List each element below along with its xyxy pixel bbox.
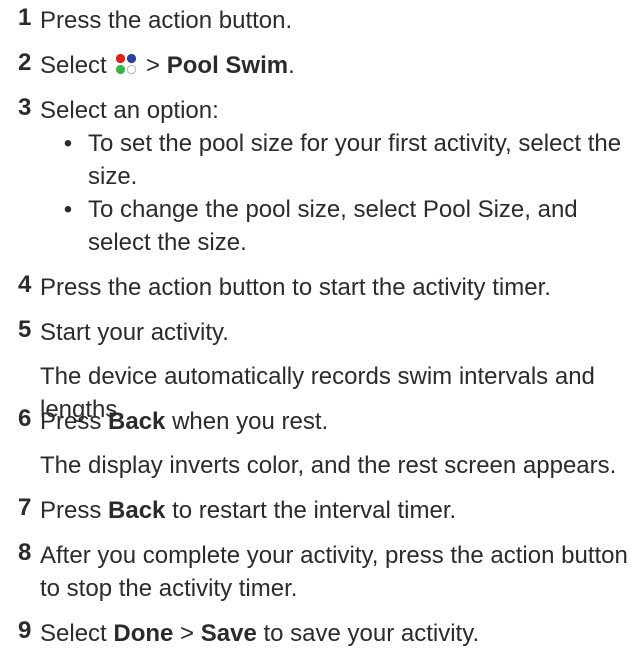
step-text-rest: when you rest.: [172, 408, 329, 435]
step-text: Select Done > Save to save your activity…: [40, 617, 629, 650]
step-number: 8: [18, 539, 32, 566]
step-separator: >: [180, 620, 195, 647]
step-number: 9: [18, 617, 32, 644]
step-number: 5: [18, 316, 32, 343]
step-text: Start your activity.: [40, 319, 229, 346]
step-text-press: Press: [40, 497, 102, 524]
bullet-marker: •: [63, 196, 73, 223]
step-1: 1 Press the action button.: [18, 4, 637, 37]
step-text-rest: to restart the interval timer.: [172, 497, 457, 524]
step-text: Select an option:: [40, 97, 219, 124]
bullet-marker: •: [63, 130, 73, 157]
step-text-press: Press: [40, 408, 102, 435]
option-bullet: • To change the pool size, select Pool S…: [58, 193, 629, 259]
step-9: 9 Select Done > Save to save your activi…: [18, 617, 637, 650]
step-text-rest: to save your activity.: [263, 620, 480, 647]
step-3: 3 Select an option: • To set the pool si…: [18, 94, 637, 256]
step-bold-done: Done: [113, 620, 174, 647]
step-number: 7: [18, 494, 32, 521]
step-number: 4: [18, 271, 32, 298]
step-2: 2 Select > Pool Swim.: [18, 49, 637, 82]
step-number: 6: [18, 405, 32, 432]
instructions-page: 1 Press the action button. 2 Select > Po…: [0, 0, 637, 657]
step-text-select: Select: [40, 52, 107, 79]
option-text: To set the pool size for your first acti…: [88, 130, 622, 190]
step-8: 8 After you complete your activity, pres…: [18, 539, 637, 605]
step-text: Press Back to restart the interval timer…: [40, 494, 629, 527]
step-text: After you complete your activity, press …: [40, 542, 628, 602]
step-bold-save: Save: [200, 620, 257, 647]
step-bold-back: Back: [108, 497, 166, 524]
step-separator: >: [146, 52, 161, 79]
step-text: Press the action button to start the act…: [40, 274, 551, 301]
step-text: Press Back when you rest.: [40, 405, 629, 438]
step-number: 2: [18, 49, 32, 76]
step-number: 3: [18, 94, 32, 121]
apps-icon: [116, 53, 137, 75]
step-text: Select > Pool Swim.: [40, 49, 629, 82]
step-text: Press the action button.: [40, 7, 293, 34]
step-4: 4 Press the action button to start the a…: [18, 271, 637, 304]
step-note: The display inverts color, and the rest …: [40, 452, 617, 479]
step-number: 1: [18, 4, 32, 31]
step-bold-pool-swim: Pool Swim: [166, 52, 289, 79]
step-text-select: Select: [40, 620, 107, 647]
step-bold-back: Back: [108, 408, 166, 435]
step-7: 7 Press Back to restart the interval tim…: [18, 494, 637, 527]
option-bullet: • To set the pool size for your first ac…: [58, 127, 629, 193]
step-period: .: [288, 52, 295, 79]
option-text: To change the pool size, select Pool Siz…: [88, 196, 578, 256]
